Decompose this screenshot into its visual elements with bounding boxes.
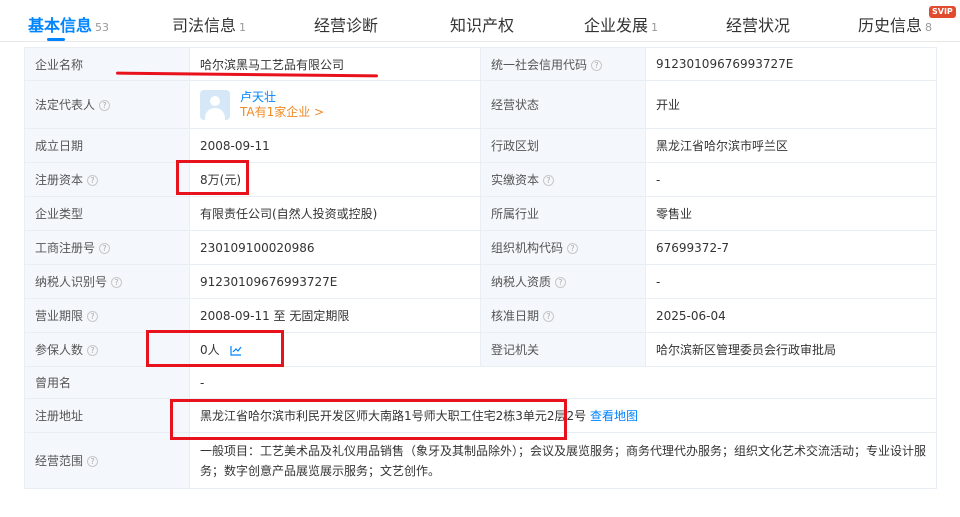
field-label: 企业名称	[24, 47, 190, 81]
field-label: 经营状态	[480, 80, 646, 129]
field-label: 纳税人识别号?	[24, 264, 190, 299]
help-icon[interactable]: ?	[87, 311, 99, 322]
credit-code-value: 91230109676993727E	[645, 47, 937, 81]
status-value: 开业	[645, 80, 937, 129]
tab-basic-info[interactable]: 基本信息 53	[28, 12, 109, 36]
field-label: 所属行业	[480, 196, 646, 231]
svip-badge: SVIP	[929, 6, 956, 18]
help-icon[interactable]: ?	[87, 456, 99, 467]
tab-count: 8	[925, 21, 933, 34]
tax-id-value: 91230109676993727E	[189, 264, 481, 299]
table-row: 纳税人识别号? 91230109676993727E 纳税人资质? -	[24, 264, 937, 299]
tab-label: 历史信息	[858, 16, 923, 35]
industry-value: 零售业	[645, 196, 937, 231]
field-label: 企业类型	[24, 196, 190, 231]
field-label: 统一社会信用代码?	[480, 47, 646, 81]
field-label: 成立日期	[24, 128, 190, 163]
view-map-link[interactable]: 查看地图	[590, 409, 638, 423]
tab-bar: 基本信息 53 司法信息 1 经营诊断 知识产权 企业发展 1 经营状况 历史信息 8 …	[0, 0, 960, 42]
field-label: 营业期限?	[24, 298, 190, 333]
help-icon[interactable]: ?	[591, 59, 603, 71]
tab-judicial-info[interactable]: 司法信息 1	[172, 12, 246, 36]
org-code-value: 67699372-7	[645, 230, 937, 265]
help-icon[interactable]: ?	[87, 175, 99, 186]
tax-qual-value: -	[645, 264, 937, 299]
field-label: 登记机关	[480, 332, 646, 367]
tab-label: 司法信息	[172, 16, 237, 35]
tab-label: 经营诊断	[314, 16, 379, 35]
tab-business-diagnosis[interactable]: 经营诊断	[314, 12, 378, 36]
field-label: 核准日期?	[480, 298, 646, 333]
field-label: 注册地址	[24, 398, 190, 433]
related-companies-link[interactable]: TA有1家企业 >	[240, 105, 324, 120]
field-label: 纳税人资质?	[480, 264, 646, 299]
active-tab-indicator	[47, 38, 65, 41]
table-row: 法定代表人? 卢天壮 TA有1家企业 > 经营状态 开业	[24, 80, 937, 129]
tab-label: 企业发展	[584, 16, 649, 35]
help-icon[interactable]: ?	[87, 345, 99, 356]
help-icon[interactable]: ?	[567, 243, 579, 254]
table-row: 营业期限? 2008-09-11 至 无固定期限 核准日期? 2025-06-0…	[24, 298, 937, 333]
annotation-box	[170, 399, 567, 440]
field-label: 组织机构代码?	[480, 230, 646, 265]
tab-count: 53	[95, 21, 110, 34]
field-label: 行政区划	[480, 128, 646, 163]
former-name-value: -	[189, 366, 937, 399]
term-value: 2008-09-11 至 无固定期限	[189, 298, 481, 333]
table-row: 成立日期 2008-09-11 行政区划 黑龙江省哈尔滨市呼兰区	[24, 128, 937, 163]
table-row: 企业名称 哈尔滨黑马工艺品有限公司 统一社会信用代码? 912301096769…	[24, 47, 937, 81]
field-label: 实缴资本?	[480, 162, 646, 197]
reg-no-value: 230109100020986	[189, 230, 481, 265]
company-type-value: 有限责任公司(自然人投资或控股)	[189, 196, 481, 231]
table-row: 企业类型 有限责任公司(自然人投资或控股) 所属行业 零售业	[24, 196, 937, 231]
field-label: 工商注册号?	[24, 230, 190, 265]
table-row: 曾用名 -	[24, 366, 937, 399]
help-icon[interactable]: ?	[99, 243, 111, 254]
tab-label: 经营状况	[726, 16, 791, 35]
paid-capital-value: -	[645, 162, 937, 197]
legal-rep-cell: 卢天壮 TA有1家企业 >	[189, 80, 481, 129]
table-row: 经营范围? 一般项目：工艺美术品及礼仪用品销售（象牙及其制品除外）；会议及展览服…	[24, 432, 937, 489]
tab-operating-status[interactable]: 经营状况	[726, 12, 790, 36]
table-row: 工商注册号? 230109100020986 组织机构代码? 67699372-…	[24, 230, 937, 265]
tab-count: 1	[239, 21, 247, 34]
tab-intellectual-property[interactable]: 知识产权	[450, 12, 514, 36]
table-row: 注册资本? 8万(元) 实缴资本? -	[24, 162, 937, 197]
legal-rep-name-link[interactable]: 卢天壮	[240, 90, 324, 105]
field-label: 曾用名	[24, 366, 190, 399]
annotation-box	[176, 160, 249, 195]
region-value: 黑龙江省哈尔滨市呼兰区	[645, 128, 937, 163]
help-icon[interactable]: ?	[555, 277, 567, 288]
field-label: 法定代表人?	[24, 80, 190, 129]
field-label: 注册资本?	[24, 162, 190, 197]
avatar-icon[interactable]	[200, 89, 230, 120]
help-icon[interactable]: ?	[99, 100, 111, 111]
tab-label: 知识产权	[450, 16, 515, 35]
help-icon[interactable]: ?	[543, 175, 555, 186]
approve-date-value: 2025-06-04	[645, 298, 937, 333]
found-date-value: 2008-09-11	[189, 128, 481, 163]
help-icon[interactable]: ?	[543, 311, 555, 322]
authority-value: 哈尔滨新区管理委员会行政审批局	[645, 332, 937, 367]
business-scope-value: 一般项目：工艺美术品及礼仪用品销售（象牙及其制品除外）；会议及展览服务；商务代理…	[189, 432, 937, 489]
tab-history-info[interactable]: 历史信息 8	[858, 12, 932, 36]
tab-enterprise-development[interactable]: 企业发展 1	[584, 12, 658, 36]
field-label: 经营范围?	[24, 432, 190, 489]
tab-count: 1	[651, 21, 659, 34]
help-icon[interactable]: ?	[111, 277, 123, 288]
tab-label: 基本信息	[28, 16, 93, 35]
annotation-box	[146, 330, 284, 367]
